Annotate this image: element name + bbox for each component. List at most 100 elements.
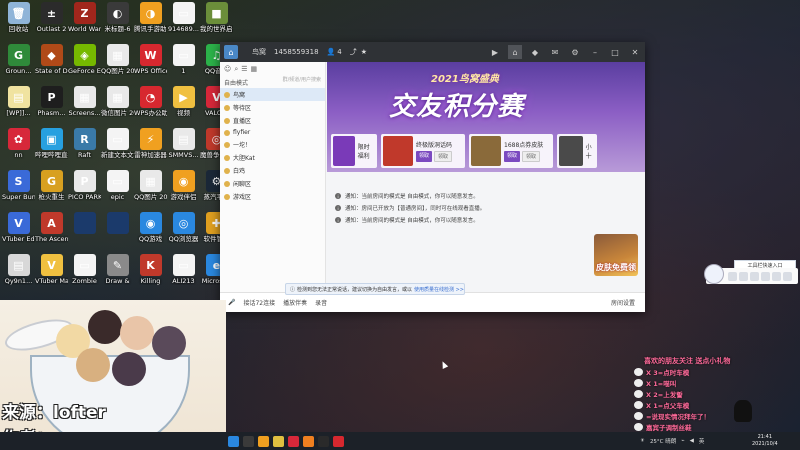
desktop-icon[interactable]: ◉ QQ游戏: [134, 212, 167, 243]
clock[interactable]: 21:41 2021/10/4: [752, 434, 778, 448]
desktop-icon[interactable]: ▤ [WP]]...: [2, 86, 35, 117]
reward-card[interactable]: 1688点券皮肤 领取 领取: [469, 134, 553, 168]
reward-card[interactable]: 限时福利: [331, 134, 377, 168]
app-icon[interactable]: [333, 435, 344, 447]
desktop-icon[interactable]: ▦QQ图片 202106...: [101, 44, 134, 75]
volume-icon[interactable]: ◀: [690, 438, 694, 444]
share-icon[interactable]: ⤴: [350, 47, 357, 57]
desktop-icon[interactable]: A The Ascent: [35, 212, 68, 243]
app-icon[interactable]: [273, 435, 284, 447]
app-icon[interactable]: [303, 435, 314, 447]
list-icon[interactable]: ☰: [241, 65, 247, 74]
event-banner[interactable]: 2021鸟窝盛典 交友积分赛 限时福利 终极版洞话码 领取 领取 1688点券皮肤 领取领…: [327, 62, 645, 172]
room-settings-button[interactable]: 房间设置: [611, 298, 635, 307]
channel-row[interactable]: 一坨！: [220, 138, 325, 151]
desktop-icon[interactable]: VVTuber Maker: [35, 254, 68, 285]
desktop-icon[interactable]: ▤ SMMVS...: [167, 128, 200, 159]
desktop-icon[interactable]: ✿ nn: [2, 128, 35, 159]
ime-indicator[interactable]: 英: [699, 437, 705, 445]
desktop-icon[interactable]: ZWorld War Z: [68, 2, 101, 33]
maximize-button[interactable]: □: [608, 45, 622, 59]
app-icon[interactable]: [258, 435, 269, 447]
desktop-icon[interactable]: ▦ Screens...: [68, 86, 101, 117]
tool-icon[interactable]: [761, 271, 770, 281]
desktop-icon[interactable]: ▭ 1: [167, 44, 200, 75]
desktop-icon[interactable]: G Groun...: [2, 44, 35, 75]
desktop-icon[interactable]: R Raft: [68, 128, 101, 159]
claim-button[interactable]: 领取: [416, 151, 433, 162]
skin-promo[interactable]: 皮肤免费领: [594, 234, 638, 276]
channel-row[interactable]: 直播区: [220, 114, 325, 127]
desktop-icon[interactable]: ▣哔哩哔哩直播姬: [35, 128, 68, 159]
desktop-icon[interactable]: W WPS Office: [134, 44, 167, 75]
desktop-icon[interactable]: P Phasm...: [35, 86, 68, 117]
desktop-icon[interactable]: P PICO PARK: [68, 170, 101, 201]
reward-card[interactable]: 终极版洞话码 领取 领取: [381, 134, 465, 168]
search-icon[interactable]: ⌕: [234, 65, 238, 74]
channel-row[interactable]: flyfier: [220, 127, 325, 138]
desktop-icon[interactable]: G 枪火重生: [35, 170, 68, 201]
home-tab-icon[interactable]: ⌂: [508, 45, 522, 59]
desktop-icon[interactable]: ⚡ 雷神加速器: [134, 128, 167, 159]
desktop-icon[interactable]: ▭ 914689...: [167, 2, 200, 33]
desktop-icon[interactable]: ◔WPS办公助手: [134, 86, 167, 117]
grid-icon[interactable]: ▦: [251, 65, 258, 74]
close-button[interactable]: ✕: [628, 45, 642, 59]
desktop-icon[interactable]: ◎ QQ浏览器: [167, 212, 200, 243]
desktop-icon[interactable]: ▭ ALI213: [167, 254, 200, 285]
desktop-icon[interactable]: ✎ Draw &: [101, 254, 134, 285]
tool-icon[interactable]: [750, 271, 759, 281]
app-icon[interactable]: [318, 435, 329, 447]
desktop-icon[interactable]: ◑腾讯手游助手: [134, 2, 167, 33]
voice-mode[interactable]: 接话72连接: [243, 298, 275, 307]
accompaniment-button[interactable]: 播放伴奏: [283, 298, 307, 307]
tool-icon[interactable]: [772, 271, 781, 281]
claim-button[interactable]: 领取: [434, 151, 453, 162]
weather-text[interactable]: 25°C 晴朗: [650, 437, 676, 445]
desktop-icon[interactable]: [101, 212, 134, 235]
desktop-icon[interactable]: K Killing: [134, 254, 167, 285]
mic-icon[interactable]: 🎤: [228, 299, 235, 306]
claim-button[interactable]: 领取: [522, 151, 541, 162]
channel-row[interactable]: 大胆Kat: [220, 151, 325, 164]
tool-icon[interactable]: [728, 271, 737, 281]
channel-row[interactable]: 白鸡: [220, 164, 325, 177]
desktop-icon[interactable]: ▦微信图片 202109...: [101, 86, 134, 117]
desktop-icon[interactable]: 🗑 回收站: [2, 2, 35, 33]
pet-avatar[interactable]: [704, 264, 724, 284]
reward-card[interactable]: 小十: [557, 134, 597, 168]
app-icon[interactable]: [243, 435, 254, 447]
quality-check-link[interactable]: 使用质量在线检测 >>: [414, 286, 464, 293]
home-icon[interactable]: ⌂: [224, 45, 238, 59]
desktop-icon[interactable]: ▤ Qy9n1...: [2, 254, 35, 285]
desktop-icon[interactable]: ■我的世界启动器: [200, 2, 233, 33]
desktop-icon[interactable]: SSuper Bun...: [2, 170, 35, 201]
desktop-icon[interactable]: VVTuber Editor: [2, 212, 35, 243]
desktop-icon[interactable]: [68, 212, 101, 235]
star-icon[interactable]: ★: [361, 48, 367, 56]
desktop-icon[interactable]: ◉ 游戏伴侣: [167, 170, 200, 201]
desktop-icon[interactable]: ▭新建文本文档: [101, 128, 134, 159]
tool-icon[interactable]: [783, 271, 792, 281]
channel-row[interactable]: 闲聊区: [220, 177, 325, 190]
desktop-icon[interactable]: ◆State of Decay 2: [35, 44, 68, 75]
desktop-icon[interactable]: ▭ epic: [101, 170, 134, 201]
contacts-icon[interactable]: ☺: [224, 65, 231, 74]
tool-icon[interactable]: [739, 271, 748, 281]
desktop-icon[interactable]: ▶ 视频: [167, 86, 200, 117]
record-button[interactable]: 录音: [315, 298, 327, 307]
minimize-button[interactable]: –: [588, 45, 602, 59]
desktop-icon[interactable]: ▭ Zombie: [68, 254, 101, 285]
claim-button[interactable]: 领取: [504, 151, 521, 162]
channel-row[interactable]: 游戏区: [220, 190, 325, 203]
mail-icon[interactable]: ✉: [548, 45, 562, 59]
desktop-icon[interactable]: ▦QQ图片 202002...: [134, 170, 167, 201]
video-icon[interactable]: ▶: [488, 45, 502, 59]
desktop-icon[interactable]: ± Outlast 2: [35, 2, 68, 33]
game-icon[interactable]: ◆: [528, 45, 542, 59]
app-icon[interactable]: [288, 435, 299, 447]
settings-icon[interactable]: ⚙: [568, 45, 582, 59]
app-icon[interactable]: [228, 435, 239, 447]
channel-row[interactable]: 等待区: [220, 101, 325, 114]
desktop-icon[interactable]: ◈GeForce Experie...: [68, 44, 101, 75]
